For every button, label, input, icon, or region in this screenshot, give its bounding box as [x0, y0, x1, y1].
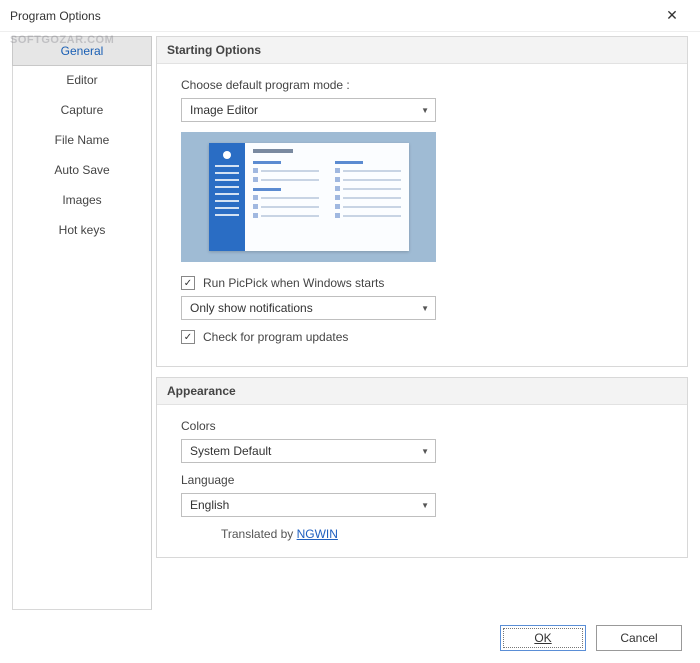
sidebar-item-label: Capture: [61, 103, 104, 117]
ok-button[interactable]: OK: [500, 625, 586, 651]
appearance-header: Appearance: [157, 378, 687, 405]
preview-sidebar: [209, 143, 245, 251]
sidebar-item-label: Auto Save: [54, 163, 109, 177]
window-title: Program Options: [10, 9, 101, 23]
preview-window: [209, 143, 409, 251]
sidebar-item-images[interactable]: Images: [13, 185, 151, 215]
translated-by-row: Translated by NGWIN: [221, 527, 669, 541]
sidebar-item-capture[interactable]: Capture: [13, 95, 151, 125]
mode-preview-image: [181, 132, 436, 262]
close-button[interactable]: ✕: [652, 2, 692, 30]
colors-select[interactable]: System Default ▼: [181, 439, 436, 463]
sidebar-item-label: File Name: [55, 133, 110, 147]
dialog-footer: OK Cancel: [0, 625, 700, 651]
language-value: English: [190, 498, 229, 512]
cancel-button-label: Cancel: [620, 631, 657, 645]
run-at-start-checkbox[interactable]: ✓: [181, 276, 195, 290]
translator-link[interactable]: NGWIN: [297, 527, 338, 541]
ok-button-label: OK: [534, 631, 551, 645]
colors-value: System Default: [190, 444, 271, 458]
sidebar-item-label: Images: [62, 193, 101, 207]
close-icon: ✕: [666, 7, 678, 24]
check-updates-checkbox[interactable]: ✓: [181, 330, 195, 344]
content-area: General Editor Capture File Name Auto Sa…: [0, 32, 700, 610]
sidebar-item-filename[interactable]: File Name: [13, 125, 151, 155]
tray-behavior-select[interactable]: Only show notifications ▼: [181, 296, 436, 320]
starting-options-group: Starting Options Choose default program …: [156, 36, 688, 367]
main-panel: Starting Options Choose default program …: [152, 36, 688, 610]
cancel-button[interactable]: Cancel: [596, 625, 682, 651]
preview-main: [245, 143, 409, 251]
sidebar-item-hotkeys[interactable]: Hot keys: [13, 215, 151, 245]
options-dialog: Program Options ✕ SOFTGOZAR.COM General …: [0, 0, 700, 663]
chevron-down-icon: ▼: [421, 304, 429, 313]
run-at-start-label: Run PicPick when Windows starts: [203, 276, 384, 290]
sidebar-item-general[interactable]: General: [12, 36, 152, 66]
sidebar-item-label: Hot keys: [59, 223, 106, 237]
mode-label: Choose default program mode :: [181, 78, 669, 92]
sidebar-item-editor[interactable]: Editor: [13, 65, 151, 95]
language-select[interactable]: English ▼: [181, 493, 436, 517]
starting-options-header: Starting Options: [157, 37, 687, 64]
language-label: Language: [181, 473, 669, 487]
sidebar-item-label: Editor: [66, 73, 97, 87]
chevron-down-icon: ▼: [421, 447, 429, 456]
titlebar: Program Options ✕: [0, 0, 700, 32]
run-at-start-row: ✓ Run PicPick when Windows starts: [181, 276, 669, 290]
sidebar-item-label: General: [61, 44, 104, 58]
translated-by-prefix: Translated by: [221, 527, 297, 541]
check-updates-label: Check for program updates: [203, 330, 348, 344]
chevron-down-icon: ▼: [421, 106, 429, 115]
colors-label: Colors: [181, 419, 669, 433]
sidebar: General Editor Capture File Name Auto Sa…: [12, 36, 152, 610]
appearance-group: Appearance Colors System Default ▼ Langu…: [156, 377, 688, 558]
program-mode-value: Image Editor: [190, 103, 258, 117]
program-mode-select[interactable]: Image Editor ▼: [181, 98, 436, 122]
tray-behavior-value: Only show notifications: [190, 301, 313, 315]
sidebar-item-autosave[interactable]: Auto Save: [13, 155, 151, 185]
check-updates-row: ✓ Check for program updates: [181, 330, 669, 344]
chevron-down-icon: ▼: [421, 501, 429, 510]
